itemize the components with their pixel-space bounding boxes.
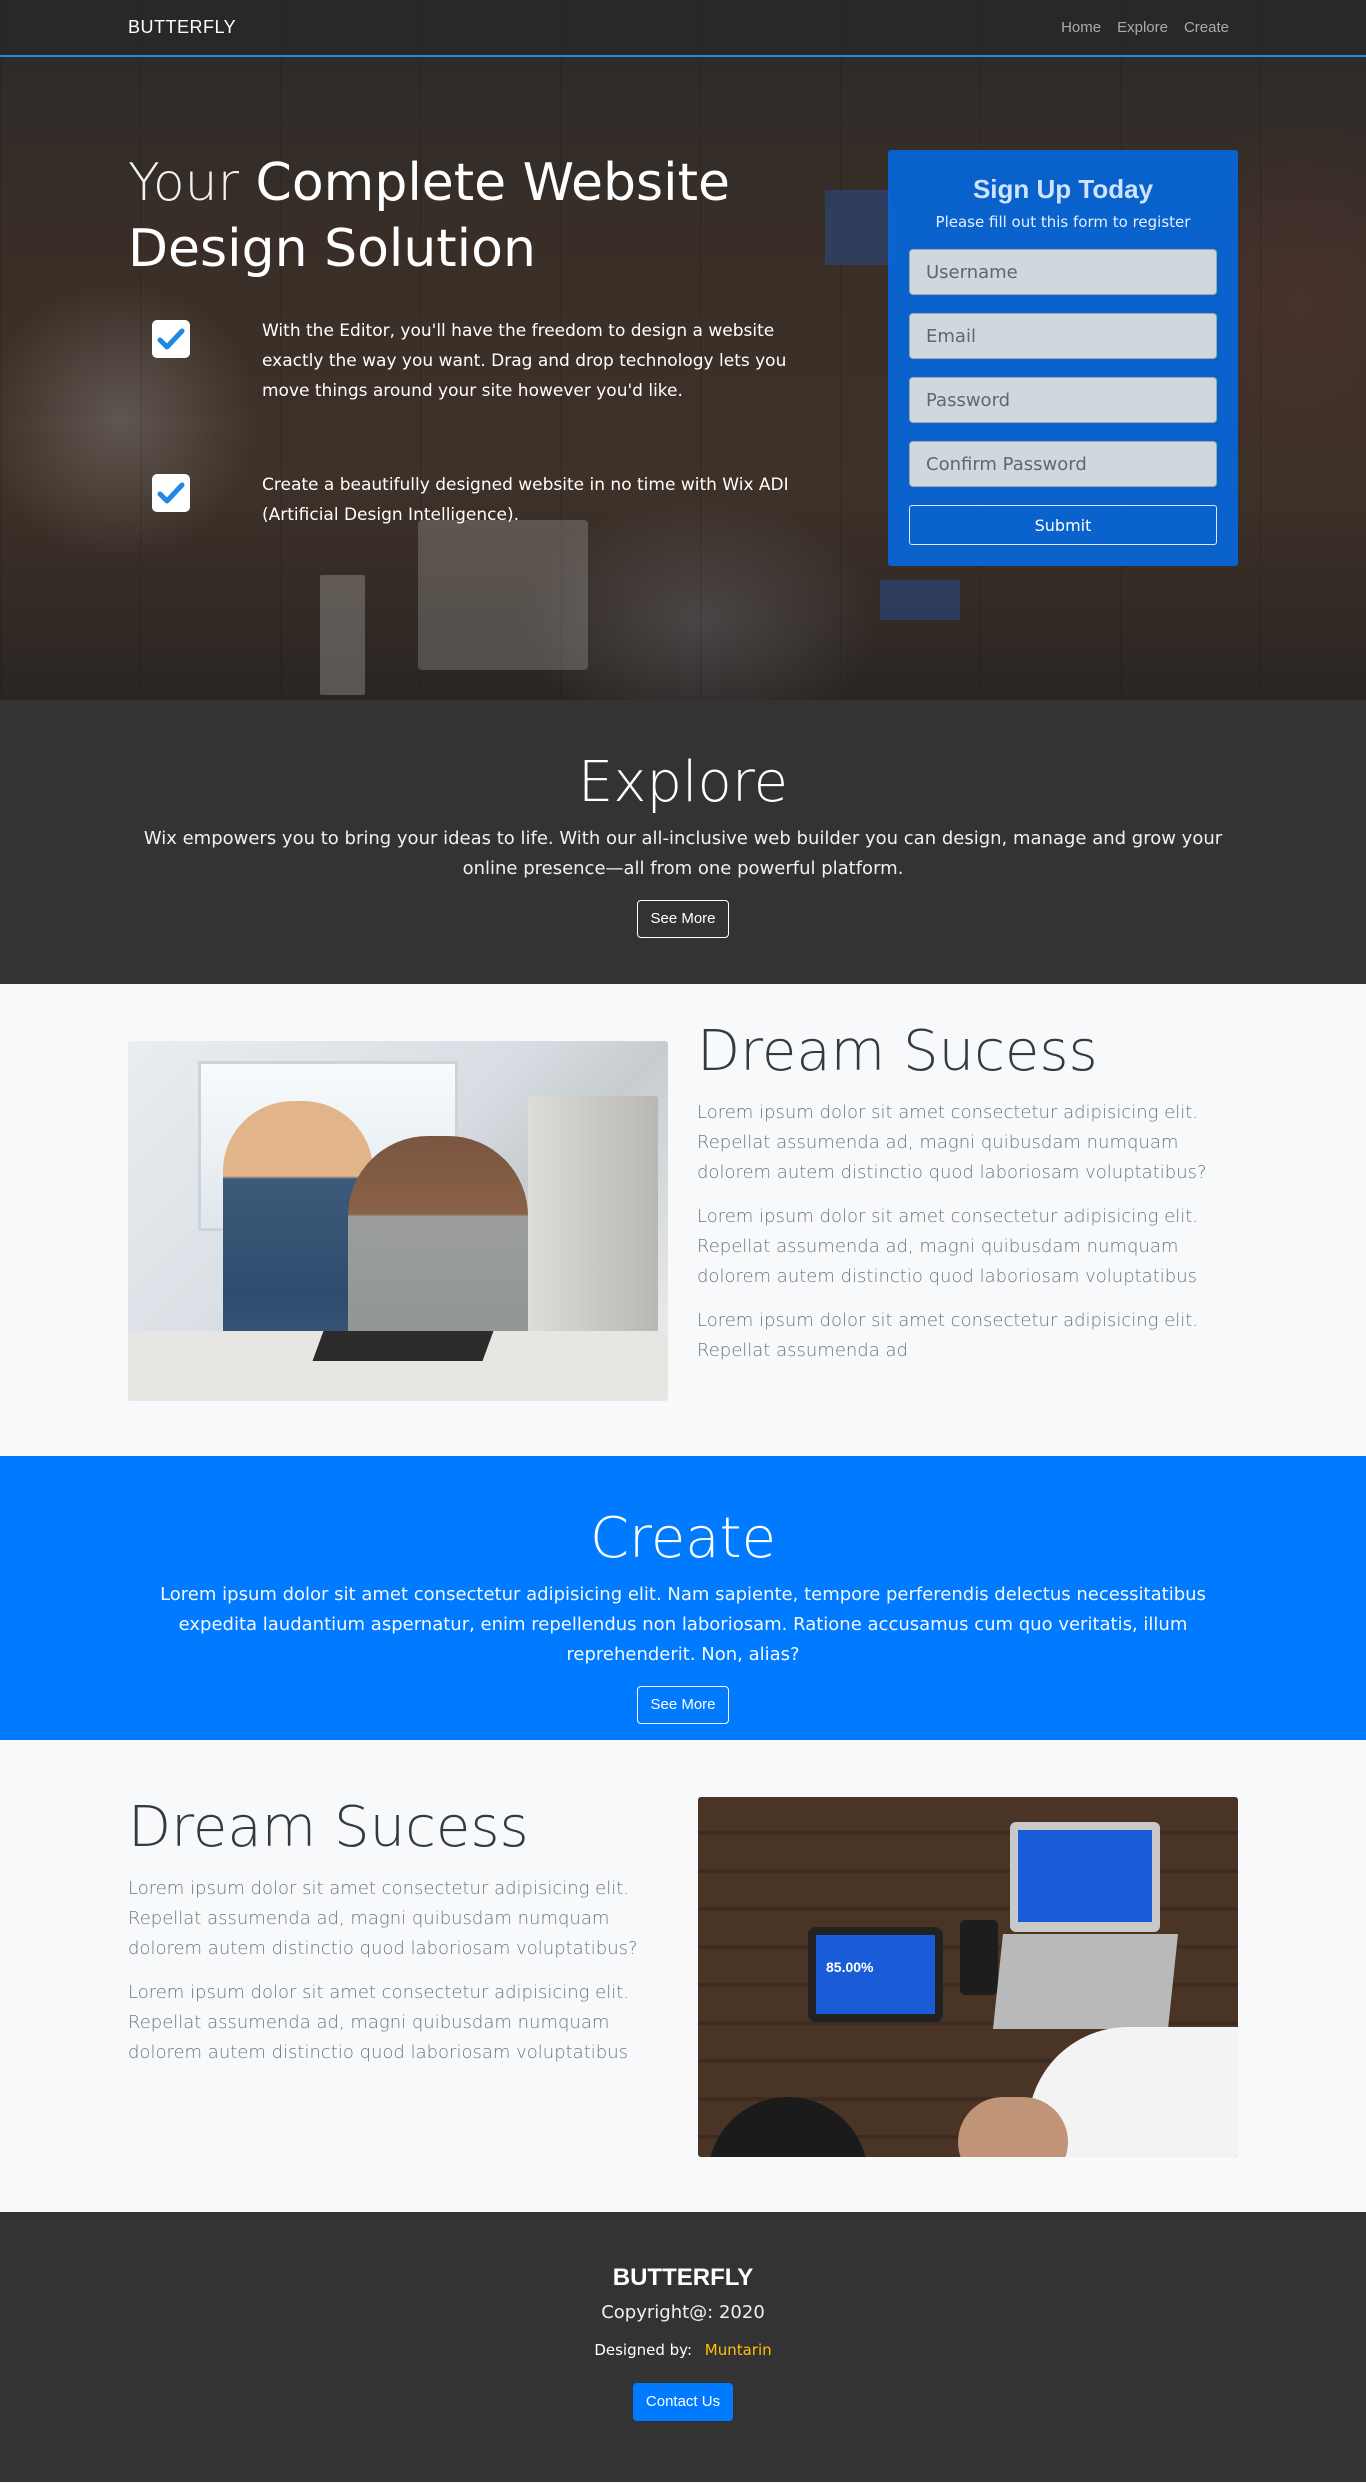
dream-title: Dream Sucess: [128, 1795, 529, 1860]
nav-link-explore[interactable]: Explore: [1117, 19, 1168, 36]
confirm-password-input[interactable]: [909, 441, 1217, 487]
dream-paragraph: Lorem ipsum dolor sit amet consectetur a…: [697, 1310, 1199, 1361]
hero-title: Your Complete Website Design Solution: [128, 150, 748, 282]
nav-links: Home Explore Create: [1061, 19, 1229, 36]
footer-designed-by: Designed by: Muntarin: [0, 2341, 1366, 2359]
photo-laptop-screen: [1018, 1830, 1152, 1922]
create-text: Lorem ipsum dolor sit amet consectetur a…: [160, 1584, 1206, 1665]
hero-section: Your Complete Website Design Solution Wi…: [0, 0, 1366, 700]
contact-us-button[interactable]: Contact Us: [632, 2383, 734, 2421]
signup-form: Sign Up Today Please fill out this form …: [888, 150, 1238, 566]
create-title: Create: [589, 1506, 777, 1571]
hero-notebook-shape: [320, 575, 365, 695]
create-see-more-button[interactable]: See More: [637, 1686, 729, 1724]
designed-by-author[interactable]: Muntarin: [705, 2341, 772, 2359]
dream-text-1: Dream Sucess Lorem ipsum dolor sit amet …: [697, 1020, 1242, 1366]
nav-link-create[interactable]: Create: [1184, 19, 1229, 36]
password-input[interactable]: [909, 377, 1217, 423]
designed-by-label: Designed by:: [594, 2341, 692, 2359]
username-input[interactable]: [909, 249, 1217, 295]
signup-title: Sign Up Today: [972, 174, 1154, 204]
hero-title-bold-2: Design Solution: [128, 219, 536, 279]
hero-phone-shape: [880, 580, 960, 620]
feature-item: With the Editor, you'll have the freedom…: [152, 316, 832, 406]
navbar: BUTTERFLY Home Explore Create: [0, 0, 1366, 57]
dream-title: Dream Sucess: [697, 1019, 1098, 1084]
explore-see-more-button[interactable]: See More: [637, 900, 729, 938]
photo-monitor: [528, 1096, 658, 1346]
photo-phone: [960, 1920, 998, 1995]
office-photo: [128, 1041, 668, 1401]
feature-text: Create a beautifully designed website in…: [262, 475, 789, 525]
photo-hair: [708, 2097, 868, 2157]
feature-item: Create a beautifully designed website in…: [152, 470, 832, 530]
create-section: Create Lorem ipsum dolor sit amet consec…: [0, 1456, 1366, 1740]
footer-copyright: Copyright@: 2020: [601, 2302, 765, 2323]
submit-button[interactable]: Submit: [909, 505, 1217, 545]
hero-title-light: Your: [128, 153, 240, 213]
photo-tablet: [312, 1331, 494, 1361]
dream-text-2: Dream Sucess Lorem ipsum dolor sit amet …: [128, 1796, 673, 2068]
signup-subtitle: Please fill out this form to register: [935, 213, 1191, 231]
dream-section-2: Dream Sucess Lorem ipsum dolor sit amet …: [0, 1740, 1366, 2212]
explore-text: Wix empowers you to bring your ideas to …: [143, 828, 1223, 879]
dream-paragraph: Lorem ipsum dolor sit amet consectetur a…: [697, 1102, 1207, 1183]
email-input[interactable]: [909, 313, 1217, 359]
check-icon: [152, 474, 190, 512]
nav-link-home[interactable]: Home: [1061, 19, 1101, 36]
hero-laptop-shape: [418, 520, 588, 670]
dream-paragraph: Lorem ipsum dolor sit amet consectetur a…: [697, 1206, 1199, 1287]
explore-title: Explore: [577, 750, 789, 815]
check-icon: [152, 320, 190, 358]
photo-tablet-screen: 85.00%: [816, 1935, 935, 2014]
dream-paragraph: Lorem ipsum dolor sit amet consectetur a…: [128, 1982, 630, 2063]
hero-screen-shape: [825, 190, 890, 265]
navbar-brand[interactable]: BUTTERFLY: [128, 17, 236, 38]
desk-photo: 85.00%: [698, 1797, 1238, 2157]
hero-title-bold-1: Complete Website: [255, 153, 730, 213]
feature-text: With the Editor, you'll have the freedom…: [262, 321, 787, 401]
dream-paragraph: Lorem ipsum dolor sit amet consectetur a…: [128, 1878, 638, 1959]
explore-section: Explore Wix empowers you to bring your i…: [0, 700, 1366, 984]
footer-brand: BUTTERFLY: [612, 2264, 754, 2291]
dream-section-1: Dream Sucess Lorem ipsum dolor sit amet …: [0, 984, 1366, 1456]
photo-keyboard: [993, 1934, 1178, 2029]
footer: BUTTERFLY Copyright@: 2020 Designed by: …: [0, 2212, 1366, 2482]
